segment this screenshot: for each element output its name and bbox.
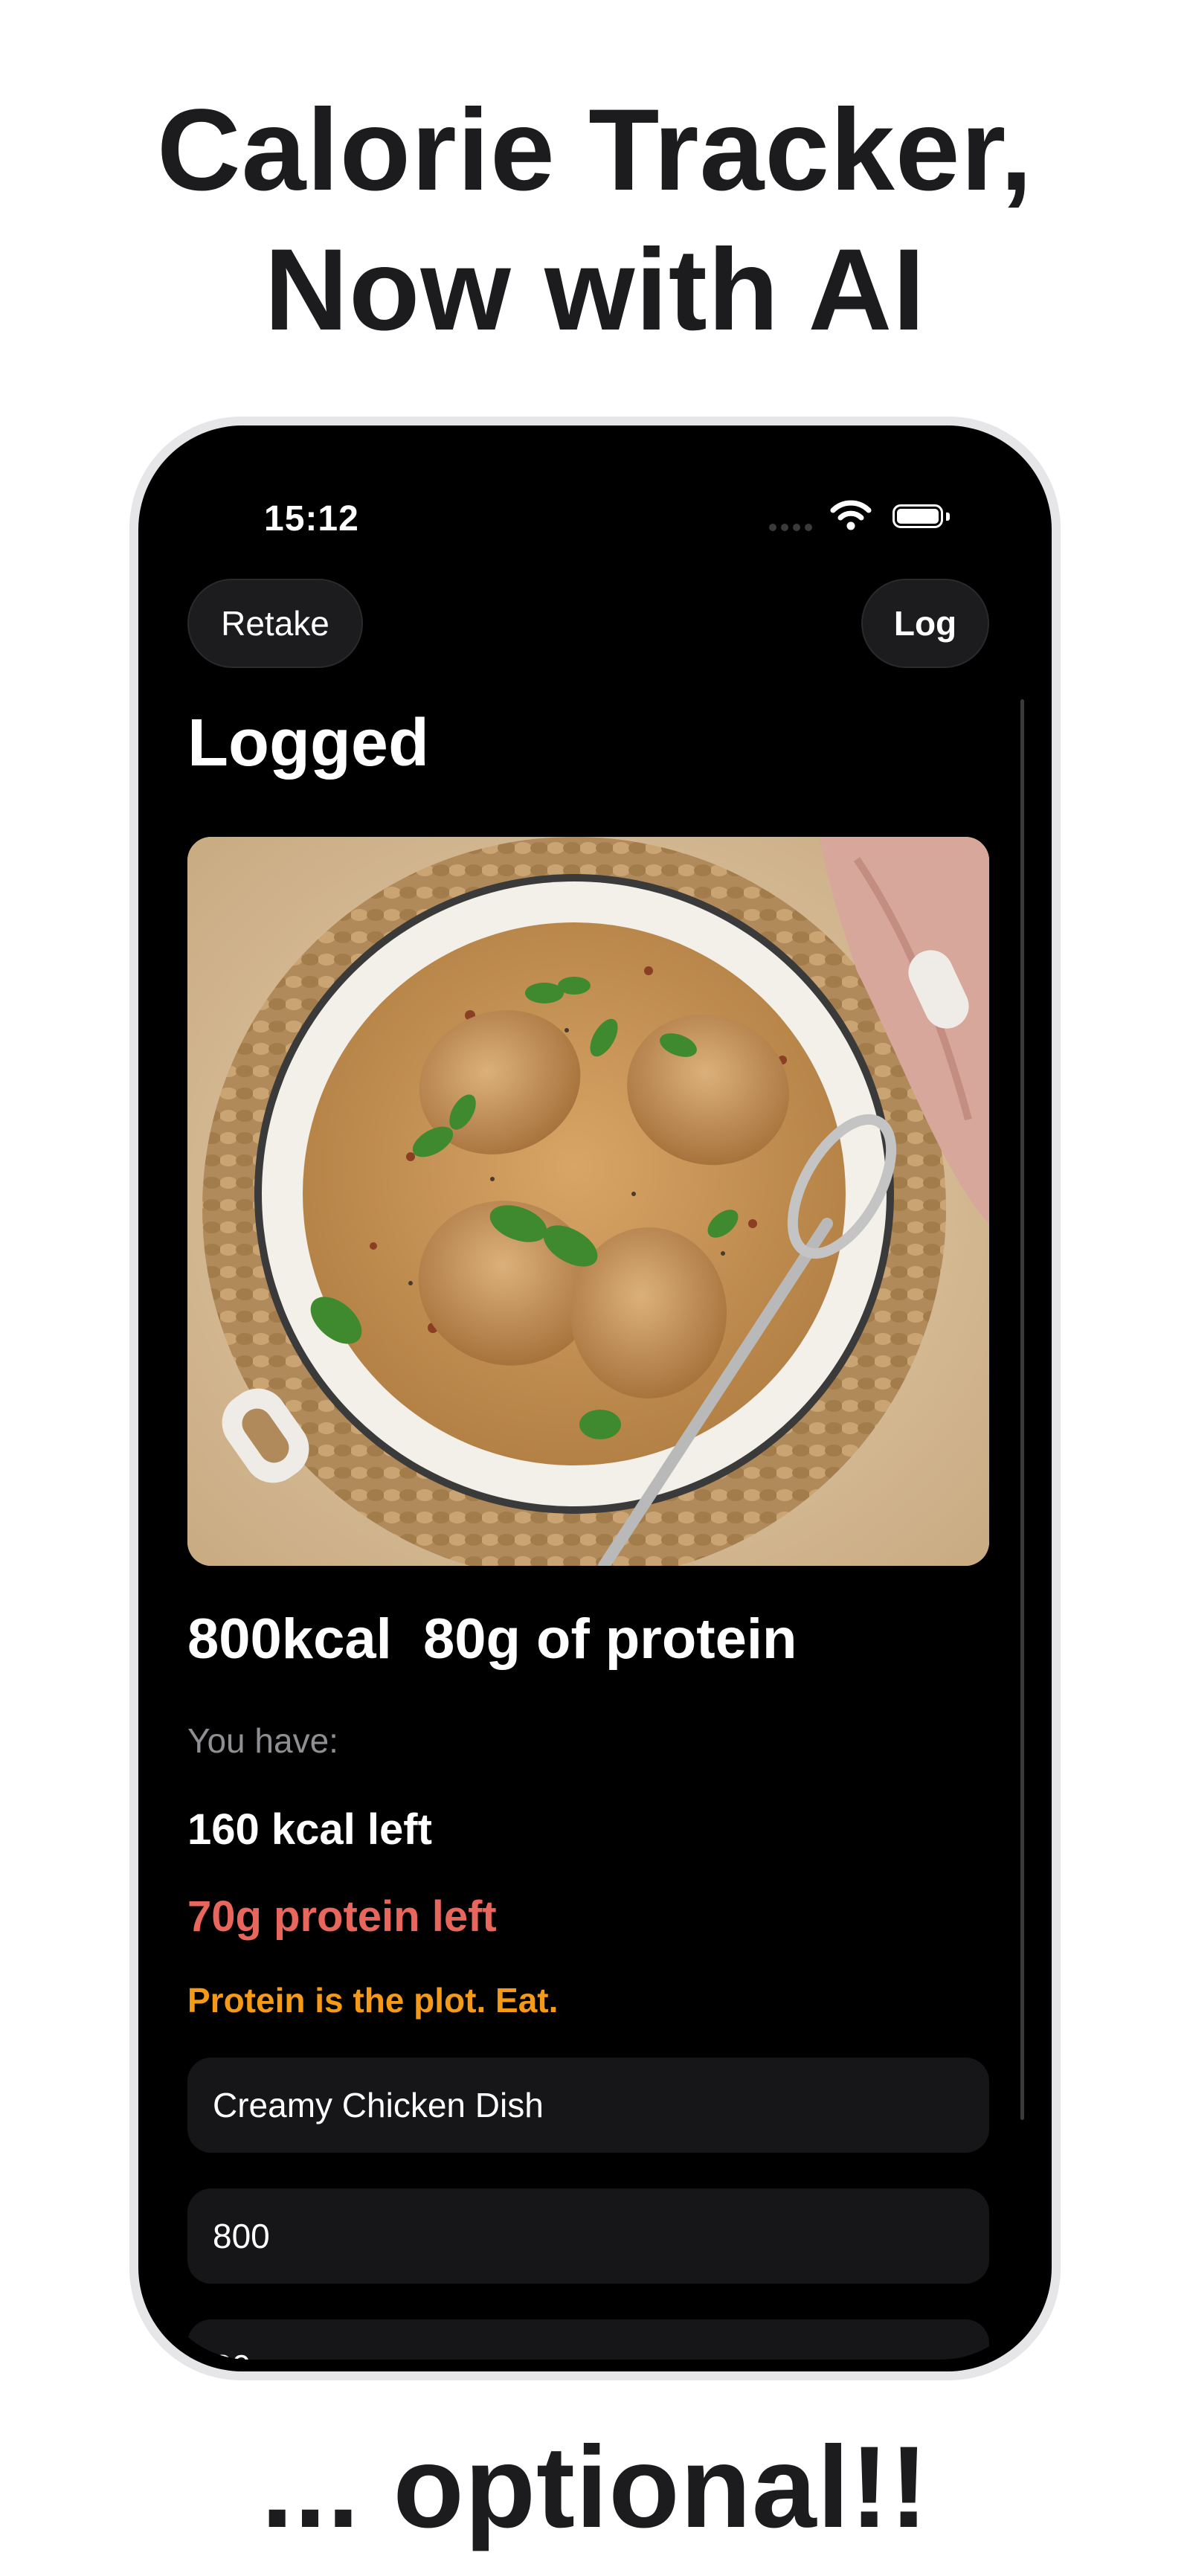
headline-line-2: Now with AI bbox=[264, 225, 926, 355]
food-photo-illustration bbox=[187, 837, 989, 1566]
retake-button[interactable]: Retake bbox=[187, 579, 363, 668]
headline-line-1: Calorie Tracker, bbox=[156, 86, 1034, 215]
cellular-signal-icon bbox=[769, 524, 812, 531]
food-photo bbox=[187, 837, 989, 1566]
scrollbar[interactable] bbox=[1020, 699, 1024, 2120]
protein-field[interactable]: 80 bbox=[187, 2319, 989, 2360]
page-title: Logged bbox=[187, 706, 429, 780]
wifi-icon bbox=[830, 500, 872, 530]
nutrition-summary: 800kcal 80g of protein bbox=[187, 1607, 797, 1671]
meal-name-field[interactable]: Creamy Chicken Dish bbox=[187, 2058, 989, 2153]
headline-top: Calorie Tracker, Now with AI bbox=[0, 80, 1190, 360]
headline-bottom: ... optional!! bbox=[261, 2423, 929, 2552]
motto-message: Protein is the plot. Eat. bbox=[187, 1981, 559, 2020]
status-time: 15:12 bbox=[264, 499, 359, 539]
kcal-left: 160 kcal left bbox=[187, 1805, 432, 1854]
phone-screen: 15:12 Retake Log Logged 800kcal 80g of p… bbox=[156, 439, 1034, 2360]
battery-icon bbox=[892, 504, 943, 528]
battery-tip bbox=[946, 513, 950, 521]
log-button[interactable]: Log bbox=[861, 579, 989, 668]
calories-field[interactable]: 800 bbox=[187, 2188, 989, 2284]
you-have-label: You have: bbox=[187, 1721, 338, 1760]
protein-left: 70g protein left bbox=[187, 1892, 497, 1941]
